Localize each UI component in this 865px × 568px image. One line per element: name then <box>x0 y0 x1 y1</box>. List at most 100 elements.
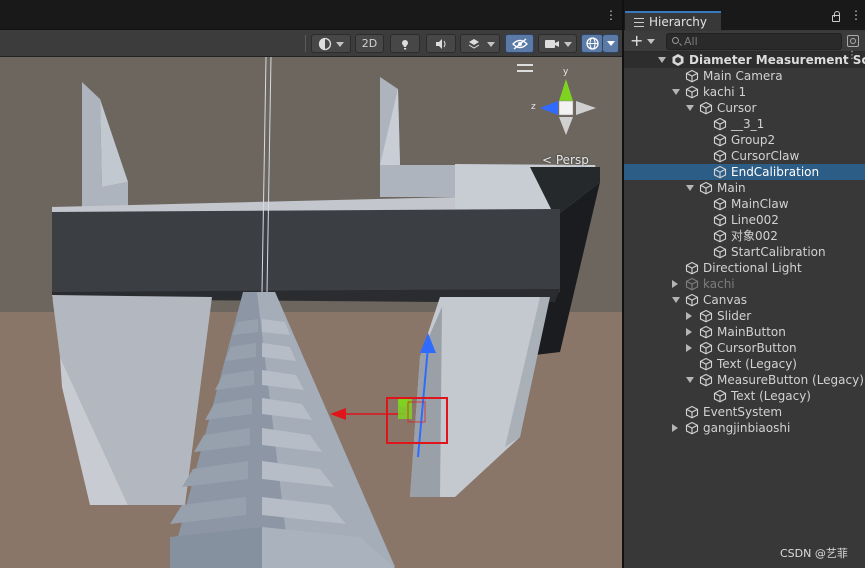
gameobject-cube-icon <box>713 389 727 403</box>
hierarchy-more-menu-icon[interactable]: ⋮ <box>850 9 862 21</box>
hierarchy-item-label: EventSystem <box>703 405 783 419</box>
foldout-collapsed-icon[interactable] <box>672 280 678 288</box>
speaker-icon <box>436 38 446 49</box>
tab-hierarchy[interactable]: Hierarchy <box>625 11 721 31</box>
foldout-expanded-icon[interactable] <box>686 377 694 383</box>
hierarchy-item[interactable]: MainClaw <box>624 196 865 212</box>
hierarchy-item[interactable]: __3_1 <box>624 116 865 132</box>
camera-dropdown-arrow[interactable] <box>564 42 572 47</box>
scene-tab-bar: ⋮ <box>0 0 622 30</box>
foldout-expanded-icon[interactable] <box>672 297 680 303</box>
scene-root-row[interactable]: Diameter Measurement Sc ⋮ <box>624 51 865 68</box>
hierarchy-item-label: MainButton <box>717 325 786 339</box>
add-object-dropdown-arrow[interactable] <box>647 39 655 44</box>
audio-toggle-button[interactable] <box>426 34 456 53</box>
hierarchy-item[interactable]: Canvas <box>624 292 865 308</box>
hierarchy-item-label: Text (Legacy) <box>731 389 811 403</box>
gizmo-z-label: z <box>531 102 536 112</box>
gizmos-toggle-button[interactable] <box>581 34 603 53</box>
foldout-expanded-icon[interactable] <box>686 185 694 191</box>
gameobject-cube-icon <box>699 325 713 339</box>
watermark: CSDN @艺菲 <box>780 547 848 560</box>
draw-mode-button[interactable] <box>311 34 351 53</box>
hierarchy-item[interactable]: Group2 <box>624 132 865 148</box>
draw-mode-dropdown-arrow[interactable] <box>336 42 344 47</box>
gameobject-cube-icon <box>699 309 713 323</box>
hierarchy-item-label: MeasureButton (Legacy) <box>717 373 864 387</box>
search-input[interactable] <box>684 34 834 49</box>
search-options-icon[interactable] <box>847 35 859 47</box>
overlay-menu-icon[interactable] <box>517 64 533 72</box>
foldout-collapsed-icon[interactable] <box>686 328 692 336</box>
2d-toggle-button[interactable]: 2D <box>355 34 384 53</box>
hierarchy-item[interactable]: Main <box>624 180 865 196</box>
foldout-collapsed-icon[interactable] <box>686 344 692 352</box>
hierarchy-item[interactable]: gangjinbiaoshi <box>624 420 865 436</box>
scene-3d-render <box>0 57 622 568</box>
hierarchy-tree: Diameter Measurement Sc ⋮ Main Camera kachi… <box>624 51 865 436</box>
foldout-expanded-icon[interactable] <box>672 89 680 95</box>
shading-sphere-icon <box>318 37 332 50</box>
hierarchy-item-label: Slider <box>717 309 752 323</box>
hierarchy-item[interactable]: CursorButton <box>624 340 865 356</box>
hierarchy-item[interactable]: Main Camera <box>624 68 865 84</box>
gameobject-cube-icon <box>713 229 727 243</box>
scene-viewport[interactable]: y z < Persp <box>0 57 622 568</box>
highlight-annotation-box <box>386 397 448 444</box>
gizmos-dropdown-button[interactable] <box>603 34 619 53</box>
gameobject-cube-icon <box>699 357 713 371</box>
hierarchy-item-label: CursorClaw <box>731 149 800 163</box>
hierarchy-item-label: Group2 <box>731 133 776 147</box>
add-object-button[interactable]: + <box>630 32 643 50</box>
effects-layers-icon <box>468 38 480 49</box>
gameobject-cube-icon <box>685 277 699 291</box>
hierarchy-item[interactable]: kachi 1 <box>624 84 865 100</box>
lock-icon[interactable] <box>832 11 840 22</box>
foldout-collapsed-icon[interactable] <box>672 424 678 432</box>
hierarchy-panel: Hierarchy ⋮ + Diameter Measurement Sc⋮Ma… <box>624 0 865 568</box>
hierarchy-item-label: Canvas <box>703 293 748 307</box>
gameobject-cube-icon <box>713 165 727 179</box>
gameobject-cube-icon <box>685 261 699 275</box>
hierarchy-item[interactable]: MeasureButton (Legacy) <box>624 372 865 388</box>
hierarchy-item-label: CursorButton <box>717 341 797 355</box>
scene-more-menu-icon[interactable]: ⋮ <box>605 9 617 21</box>
hierarchy-item[interactable]: Text (Legacy) <box>624 356 865 372</box>
effects-dropdown-arrow[interactable] <box>487 42 495 47</box>
hierarchy-item[interactable]: 对象002 <box>624 228 865 244</box>
gameobject-cube-icon <box>713 197 727 211</box>
hierarchy-item[interactable]: Text (Legacy) <box>624 388 865 404</box>
gameobject-cube-icon <box>699 341 713 355</box>
toolbar-separator <box>305 35 306 52</box>
hierarchy-item[interactable]: EndCalibration <box>624 164 865 180</box>
unity-scene-icon <box>671 53 685 67</box>
hierarchy-item-label: Line002 <box>731 213 779 227</box>
hierarchy-item-label: __3_1 <box>731 117 765 131</box>
hierarchy-item[interactable]: Directional Light <box>624 260 865 276</box>
projection-toggle[interactable]: < Persp <box>542 153 589 167</box>
foldout-collapsed-icon[interactable] <box>686 312 692 320</box>
hierarchy-item[interactable]: Line002 <box>624 212 865 228</box>
hierarchy-item[interactable]: MainButton <box>624 324 865 340</box>
hierarchy-item-label: kachi 1 <box>703 85 747 99</box>
hierarchy-item[interactable]: EventSystem <box>624 404 865 420</box>
hierarchy-item[interactable]: Cursor <box>624 100 865 116</box>
search-icon <box>672 37 679 44</box>
gameobject-cube-icon <box>713 149 727 163</box>
hierarchy-item[interactable]: kachi <box>624 276 865 292</box>
gameobject-cube-icon <box>713 133 727 147</box>
lighting-toggle-button[interactable] <box>390 34 420 53</box>
hierarchy-search <box>666 33 842 50</box>
hidden-eye-icon <box>511 38 528 49</box>
scene-view-panel: ⋮ 2D y z < Persp <box>0 0 622 568</box>
gameobject-cube-icon <box>685 405 699 419</box>
gameobject-cube-icon <box>685 85 699 99</box>
hierarchy-item[interactable]: StartCalibration <box>624 244 865 260</box>
hierarchy-item[interactable]: CursorClaw <box>624 148 865 164</box>
scene-options-icon[interactable]: ⋮ <box>847 51 857 61</box>
gameobject-cube-icon <box>699 101 713 115</box>
hierarchy-item[interactable]: Slider <box>624 308 865 324</box>
foldout-expanded-icon[interactable] <box>658 57 666 63</box>
foldout-expanded-icon[interactable] <box>686 105 694 111</box>
scene-visibility-toggle-button[interactable] <box>505 34 534 53</box>
